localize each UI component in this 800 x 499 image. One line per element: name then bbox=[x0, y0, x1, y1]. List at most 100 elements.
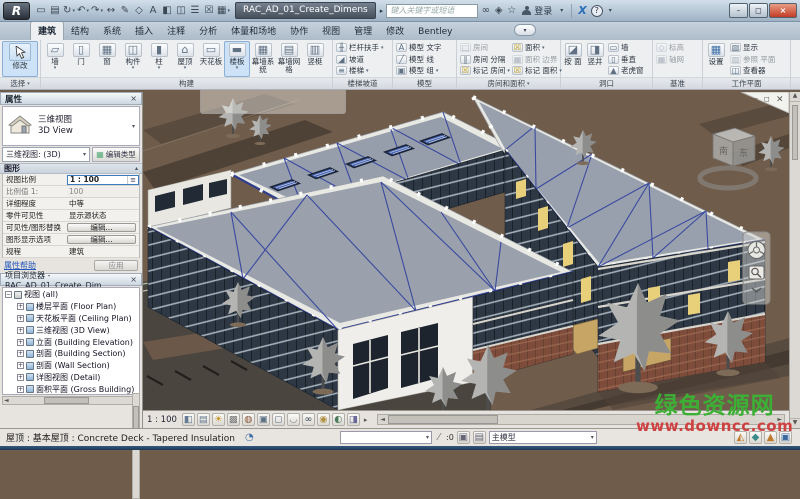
select-pinned-icon[interactable]: ▲ bbox=[764, 431, 777, 444]
design-options-icon[interactable]: ▣ bbox=[457, 431, 470, 444]
property-value[interactable]: 建筑 bbox=[67, 247, 139, 257]
search-input[interactable]: 键入关键字或短语 bbox=[386, 4, 478, 18]
section-icon[interactable]: ◫ bbox=[174, 3, 188, 18]
maximize-button[interactable]: ◻ bbox=[749, 3, 768, 18]
close-button[interactable]: × bbox=[769, 3, 797, 18]
ref-plane-button[interactable]: ▨参照 平面 bbox=[728, 54, 777, 66]
window-button[interactable]: ▦ 窗 bbox=[94, 41, 120, 77]
column-button[interactable]: ▮ 柱 bbox=[146, 41, 172, 77]
panel-label-select[interactable]: 选择▾ bbox=[0, 77, 40, 89]
temporary-hide-icon[interactable]: ∞ bbox=[302, 413, 315, 426]
canvas-horizontal-scrollbar[interactable]: ◄► bbox=[377, 414, 785, 425]
link-icon[interactable]: ▤ bbox=[473, 431, 486, 444]
tag-area-button[interactable]: ☒标记 面积 bbox=[510, 65, 560, 77]
chevron-down-icon[interactable]: ▾ bbox=[132, 123, 135, 130]
open-icon[interactable]: ▭ bbox=[34, 3, 48, 18]
tag-room-button[interactable]: ☒标记 房间 bbox=[458, 65, 510, 77]
curtain-grid-button[interactable]: ▤ 幕墙网格 bbox=[276, 41, 302, 77]
property-value[interactable]: 1 : 100 bbox=[67, 175, 139, 185]
set-workplane-button[interactable]: ▦ 设置 bbox=[704, 41, 728, 77]
mullion-button[interactable]: ▥ 竖梃 bbox=[302, 41, 328, 77]
roof-button[interactable]: ⌂ 屋顶 bbox=[172, 41, 198, 77]
grid-button[interactable]: ▦轴网 bbox=[654, 54, 686, 66]
panel-label-room-area[interactable]: 房间和面积▾ bbox=[457, 77, 560, 89]
drawing-area[interactable]: 南 东 ‒ ◻ × bbox=[143, 92, 789, 410]
graphics-section-header[interactable]: 图形▴ bbox=[0, 163, 142, 174]
detail-line-icon[interactable]: ✎ bbox=[118, 3, 132, 18]
tab-modify[interactable]: 修改 bbox=[379, 22, 411, 40]
tab-analyze[interactable]: 分析 bbox=[192, 22, 224, 40]
tree-area-plan[interactable]: 面积平面 (Gross Building) bbox=[3, 383, 139, 395]
model-line-button[interactable]: ╱模型 线 bbox=[394, 54, 443, 66]
sync-with-central-icon[interactable]: ↻ bbox=[62, 3, 76, 18]
tab-massing-site[interactable]: 体量和场地 bbox=[224, 22, 283, 40]
rendering-dialog-icon[interactable]: ◍ bbox=[242, 413, 255, 426]
ramp-button[interactable]: ◢坡道 bbox=[334, 54, 386, 66]
favorites-icon[interactable]: ☆ bbox=[505, 3, 518, 18]
tab-insert[interactable]: 插入 bbox=[128, 22, 160, 40]
expand-toggle-icon[interactable] bbox=[17, 303, 24, 310]
door-button[interactable]: ▯ 门 bbox=[68, 41, 94, 77]
room-button[interactable]: □房间 bbox=[458, 42, 510, 54]
modify-button[interactable]: 修改 bbox=[2, 41, 38, 77]
view-close-icon[interactable]: × bbox=[776, 95, 784, 105]
application-menu-button[interactable]: R bbox=[3, 2, 30, 20]
sun-path-icon[interactable]: ☀ bbox=[212, 413, 225, 426]
help-dropdown-icon[interactable]: ▾ bbox=[604, 3, 617, 18]
text-icon[interactable]: A bbox=[146, 3, 160, 18]
type-preview[interactable]: 三维视图3D View ▾ bbox=[2, 106, 140, 146]
property-value[interactable]: 编辑... bbox=[67, 235, 136, 244]
type-selector[interactable]: 三维视图: (3D)▾ bbox=[2, 147, 90, 162]
opening-by-face-button[interactable]: ◪按 面 bbox=[562, 41, 584, 77]
expand-toggle-icon[interactable] bbox=[17, 327, 24, 334]
editing-requests-icon[interactable]: ⁄ bbox=[435, 431, 443, 444]
tab-annotate[interactable]: 注释 bbox=[160, 22, 192, 40]
component-button[interactable]: ◫ 构件 bbox=[120, 41, 146, 77]
help-icon[interactable]: ? bbox=[591, 5, 603, 17]
tab-bentley[interactable]: Bentley bbox=[411, 25, 459, 40]
project-browser-header[interactable]: 项目浏览器 - RAC_AD_01_Create_Dim...× bbox=[0, 273, 142, 286]
redo-icon[interactable]: ↷ bbox=[90, 3, 104, 18]
property-value[interactable]: 显示源状态 bbox=[67, 211, 139, 221]
area-button[interactable]: ☒面积 bbox=[510, 42, 560, 54]
sign-in-label[interactable]: 登录 bbox=[534, 4, 552, 17]
expand-toggle-icon[interactable] bbox=[17, 374, 24, 381]
floor-button[interactable]: ▬ 楼板 bbox=[224, 41, 250, 77]
view-restore-icon[interactable]: ◻ bbox=[764, 95, 770, 103]
tree-floor-plan[interactable]: 楼层平面 (Floor Plan) bbox=[3, 301, 139, 313]
property-value[interactable]: 100 bbox=[67, 187, 139, 197]
wall-button[interactable]: ▱ 墙 bbox=[42, 41, 68, 77]
model-text-button[interactable]: A模型 文字 bbox=[394, 42, 443, 54]
vertical-opening-button[interactable]: ▯垂直 bbox=[606, 54, 646, 66]
tree-3d-view[interactable]: 三维视图 (3D View) bbox=[3, 324, 139, 336]
crop-view-icon[interactable]: ▣ bbox=[257, 413, 270, 426]
shaft-opening-button[interactable]: ◨竖井 bbox=[584, 41, 606, 77]
expand-toggle-icon[interactable] bbox=[17, 315, 24, 322]
search-binoculars-icon[interactable]: ∞ bbox=[479, 3, 492, 18]
select-underlay-icon[interactable]: ◆ bbox=[749, 431, 762, 444]
tab-systems[interactable]: 系统 bbox=[96, 22, 128, 40]
worksharing-display-icon[interactable]: ◐ bbox=[332, 413, 345, 426]
active-workset-select[interactable]: ▾ bbox=[340, 431, 432, 444]
view-minimize-icon[interactable]: ‒ bbox=[753, 94, 758, 103]
select-links-icon[interactable]: ◭ bbox=[734, 431, 747, 444]
expand-toggle-icon[interactable] bbox=[17, 350, 24, 357]
view-scale-control[interactable]: 1 : 100 bbox=[147, 415, 177, 425]
tree-wall-section[interactable]: 剖面 (Wall Section) bbox=[3, 360, 139, 372]
expand-toggle-icon[interactable] bbox=[17, 339, 24, 346]
save-icon[interactable]: ▤ bbox=[48, 3, 62, 18]
tree-views-root[interactable]: 视图 (all) bbox=[3, 289, 139, 301]
property-value[interactable]: 编辑... bbox=[67, 223, 136, 232]
communication-center-icon[interactable]: ◈ bbox=[492, 3, 505, 18]
tag-icon[interactable]: ◇ bbox=[132, 3, 146, 18]
curtain-system-button[interactable]: ▦ 幕墙系统 bbox=[250, 41, 276, 77]
ceiling-button[interactable]: ▭ 天花板 bbox=[198, 41, 224, 77]
level-button[interactable]: ◇标高 bbox=[654, 42, 686, 54]
temporary-view-properties-icon[interactable]: ◨ bbox=[347, 413, 360, 426]
viewer-button[interactable]: ◫查看器 bbox=[728, 65, 777, 77]
default-3d-view-icon[interactable]: ◧ bbox=[160, 3, 174, 18]
switch-windows-icon[interactable]: ▦ bbox=[216, 3, 231, 18]
signin-dropdown-icon[interactable]: ▾ bbox=[555, 3, 568, 18]
tab-manage[interactable]: 管理 bbox=[347, 22, 379, 40]
undo-icon[interactable]: ↶ bbox=[76, 3, 90, 18]
